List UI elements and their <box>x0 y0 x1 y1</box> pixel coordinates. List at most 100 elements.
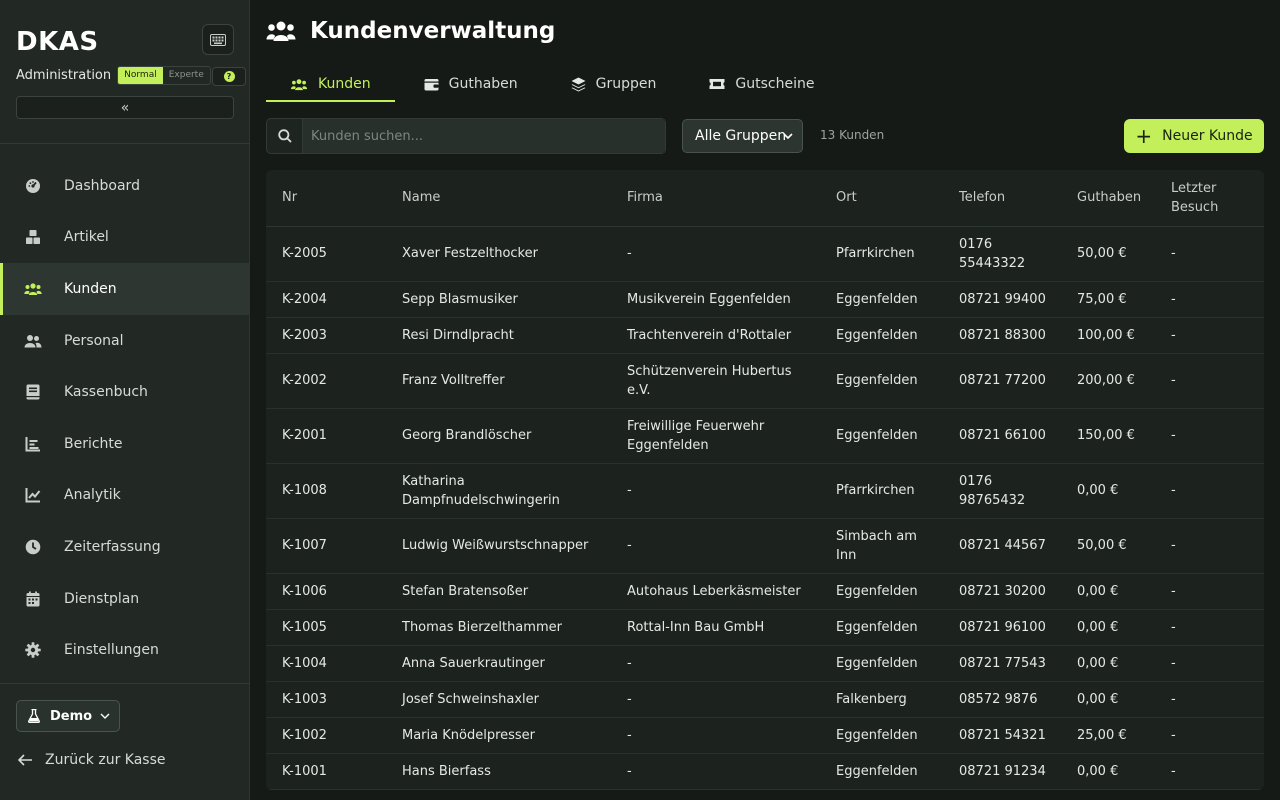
cell-telefon: 08721 54321 <box>943 717 1061 754</box>
cell-telefon: 08721 99400 <box>943 281 1061 318</box>
cell-nr: K-2002 <box>266 353 386 409</box>
table-row[interactable]: K-2002 Franz Volltreffer Schützenverein Hu… <box>266 353 1264 409</box>
help-button[interactable]: ? <box>212 67 246 86</box>
search-box <box>266 118 666 154</box>
tab-label: Gruppen <box>595 76 657 92</box>
demo-button[interactable]: Demo <box>16 700 120 732</box>
dashboard-icon <box>24 177 42 195</box>
bar-chart-icon <box>24 435 42 453</box>
column-header[interactable]: Guthaben <box>1061 170 1155 227</box>
column-header[interactable]: Letzter Besuch <box>1155 170 1264 227</box>
mode-expert-button[interactable]: Experte <box>163 67 210 84</box>
cell-name: Stefan Bratensoßer <box>386 573 611 610</box>
table-row[interactable]: K-1004 Anna Sauerkrautinger - Eggenfelden 08… <box>266 645 1264 682</box>
sidebar-item-einstellungen[interactable]: Einstellungen <box>0 624 250 676</box>
cell-telefon: 08721 91234 <box>943 753 1061 790</box>
group-filter-select[interactable]: Alle Gruppen <box>682 119 803 153</box>
cell-ort: Simbach am Inn <box>820 518 943 574</box>
cell-telefon: 0176 98765432 <box>943 463 1061 519</box>
search-input[interactable] <box>303 119 665 153</box>
user-group-icon <box>24 332 42 350</box>
sidebar-nav: Dashboard Artikel Kunden Personal Kassen… <box>0 160 250 676</box>
tab-gruppen[interactable]: Gruppen <box>547 66 681 102</box>
clock-icon <box>24 538 42 556</box>
calendar-icon <box>24 590 42 608</box>
new-customer-label: Neuer Kunde <box>1162 128 1253 144</box>
column-header[interactable]: Name <box>386 170 611 227</box>
cell-name: Anna Sauerkrautinger <box>386 645 611 682</box>
cell-letzter-besuch: - <box>1155 753 1264 790</box>
cell-letzter-besuch: - <box>1155 609 1264 646</box>
cell-ort: Eggenfelden <box>820 645 943 682</box>
logo: DKAS <box>16 27 99 57</box>
users-icon <box>290 78 308 91</box>
sidebar-item-kassenbuch[interactable]: Kassenbuch <box>0 366 250 418</box>
table-row[interactable]: K-2003 Resi Dirndlpracht Trachtenverein d'… <box>266 317 1264 354</box>
mode-normal-button[interactable]: Normal <box>118 67 163 84</box>
sidebar-item-label: Analytik <box>64 487 121 504</box>
column-header[interactable]: Firma <box>611 170 820 227</box>
sidebar-item-dienstplan[interactable]: Dienstplan <box>0 573 250 625</box>
tab-guthaben[interactable]: Guthaben <box>400 66 542 102</box>
chevron-down-icon <box>783 133 793 140</box>
table-row[interactable]: K-2005 Xaver Festzelthocker - Pfarrkirchen 0… <box>266 226 1264 282</box>
cell-letzter-besuch: - <box>1155 518 1264 574</box>
cell-guthaben: 0,00 € <box>1061 753 1155 790</box>
sidebar-item-berichte[interactable]: Berichte <box>0 418 250 470</box>
sidebar-item-label: Dienstplan <box>64 590 140 607</box>
mode-toggle: Normal Experte <box>117 66 211 85</box>
sidebar-item-kunden[interactable]: Kunden <box>0 263 250 315</box>
line-chart-icon <box>24 486 42 504</box>
tab-gutscheine[interactable]: Gutscheine <box>685 66 838 102</box>
cell-guthaben: 0,00 € <box>1061 463 1155 519</box>
cell-nr: K-1004 <box>266 645 386 682</box>
cell-letzter-besuch: - <box>1155 645 1264 682</box>
column-header[interactable]: Nr <box>266 170 386 227</box>
cell-name: Sepp Blasmusiker <box>386 281 611 318</box>
table-row[interactable]: K-2004 Sepp Blasmusiker Musikverein Eggenf… <box>266 281 1264 318</box>
cell-name: Xaver Festzelthocker <box>386 226 611 282</box>
sidebar-item-personal[interactable]: Personal <box>0 315 250 367</box>
cell-ort: Eggenfelden <box>820 281 943 318</box>
keyboard-button[interactable] <box>202 24 234 55</box>
gear-icon <box>24 641 42 659</box>
collapse-sidebar-button[interactable]: « <box>16 96 234 119</box>
plus-icon: + <box>1135 124 1153 148</box>
column-header[interactable]: Ort <box>820 170 943 227</box>
page-title: Kundenverwaltung <box>310 18 556 44</box>
sidebar-item-label: Berichte <box>64 435 123 452</box>
cell-letzter-besuch: - <box>1155 681 1264 718</box>
table-row[interactable]: K-1005 Thomas Bierzelthammer Rottal-Inn Ba… <box>266 609 1264 646</box>
cell-nr: K-1003 <box>266 681 386 718</box>
sidebar-item-artikel[interactable]: Artikel <box>0 212 250 264</box>
help-icon: ? <box>223 71 235 82</box>
demo-label: Demo <box>50 708 93 724</box>
table-row[interactable]: K-1006 Stefan Bratensoßer Autohaus Leberkä… <box>266 573 1264 610</box>
divider <box>0 683 250 684</box>
sidebar-item-zeiterfassung[interactable]: Zeiterfassung <box>0 521 250 573</box>
table-row[interactable]: K-1008 Katharina Dampfnudelschwingerin - Pf… <box>266 463 1264 519</box>
main-content: Kundenverwaltung Kunden Guthaben Gruppen… <box>250 0 1280 800</box>
sidebar-item-analytik[interactable]: Analytik <box>0 470 250 522</box>
column-header[interactable]: Telefon <box>943 170 1061 227</box>
cell-guthaben: 0,00 € <box>1061 681 1155 718</box>
admin-label: Administration <box>16 68 112 83</box>
sidebar-item-label: Kunden <box>64 280 117 297</box>
cell-firma: Rottal-Inn Bau GmbH <box>611 609 820 646</box>
table-row[interactable]: K-1001 Hans Bierfass - Eggenfelden 08721 912… <box>266 753 1264 790</box>
sidebar-item-dashboard[interactable]: Dashboard <box>0 160 250 212</box>
chevrons-left-icon: « <box>120 99 130 116</box>
table-row[interactable]: K-2001 Georg Brandlöscher Freiwillige Feue… <box>266 408 1264 464</box>
cell-name: Katharina Dampfnudelschwingerin <box>386 463 611 519</box>
cell-guthaben: 0,00 € <box>1061 645 1155 682</box>
table-row[interactable]: K-1002 Maria Knödelpresser - Eggenfelden 087… <box>266 717 1264 754</box>
tab-kunden[interactable]: Kunden <box>266 66 395 102</box>
cell-guthaben: 50,00 € <box>1061 226 1155 282</box>
new-customer-button[interactable]: + Neuer Kunde <box>1124 119 1264 153</box>
table-row[interactable]: K-1007 Ludwig Weißwurstschnapper - Simbach … <box>266 518 1264 574</box>
table-row[interactable]: K-1003 Josef Schweinshaxler - Falkenberg 085… <box>266 681 1264 718</box>
back-to-pos-link[interactable]: Zurück zur Kasse <box>18 752 166 768</box>
arrow-left-icon <box>18 754 32 766</box>
cell-nr: K-1002 <box>266 717 386 754</box>
cell-firma: - <box>611 681 820 718</box>
